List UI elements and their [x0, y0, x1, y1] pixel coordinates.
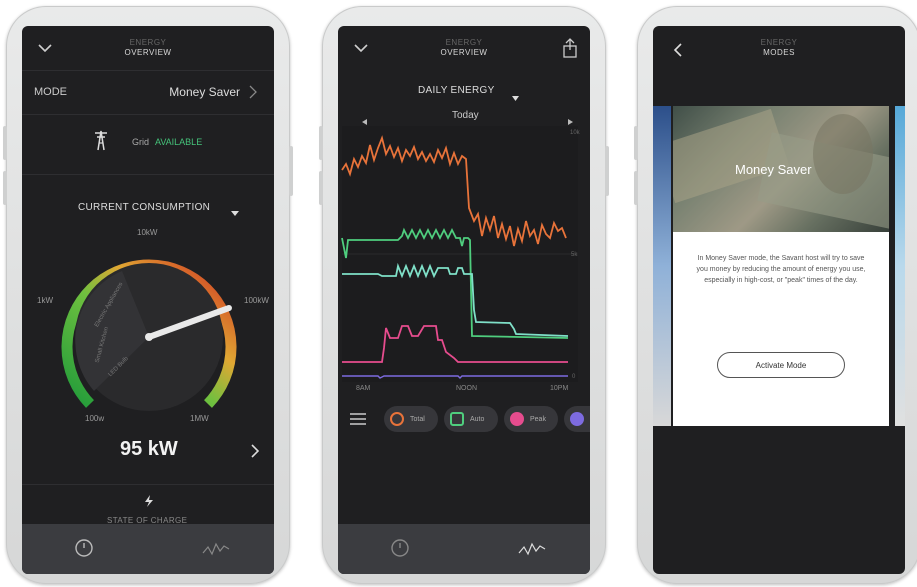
gauge-tab-icon[interactable]: [390, 538, 410, 563]
prev-mode-card[interactable]: [653, 106, 671, 426]
y-axis-label: 0: [572, 374, 576, 380]
y-axis-label: 5k: [571, 252, 578, 258]
gauge-label-bottom-right: 1MW: [190, 414, 209, 423]
card-title: Money Saver: [735, 162, 812, 177]
energy-overview-screen: ENERGY OVERVIEW MODE Money Saver Grid AV…: [22, 26, 274, 574]
graph-tab-icon[interactable]: [202, 538, 232, 563]
phone-2: ENERGY OVERVIEW DAILY ENERGY Today 10k 5…: [319, 6, 609, 584]
consumption-dropdown[interactable]: CURRENT CONSUMPTION: [78, 202, 210, 213]
consumption-value: 95 kW: [120, 438, 178, 460]
gauge-label-right: 100kW: [244, 296, 269, 305]
y-axis-label: 10k: [570, 130, 580, 136]
chip-auto[interactable]: Auto: [444, 406, 498, 432]
day-label: Today: [452, 110, 479, 121]
mode-description: In Money Saver mode, the Savant host wil…: [696, 255, 866, 284]
page-title: ENERGY OVERVIEW: [440, 38, 488, 57]
activate-mode-button[interactable]: Activate Mode: [717, 352, 845, 378]
daily-energy-chart: [341, 126, 578, 382]
daily-energy-screen: ENERGY OVERVIEW DAILY ENERGY Today 10k 5…: [338, 26, 590, 574]
chip-peak[interactable]: Peak: [504, 406, 558, 432]
chip-more[interactable]: [564, 406, 590, 432]
caret-down-icon[interactable]: [231, 204, 239, 222]
chevron-right-icon[interactable]: [250, 443, 260, 464]
x-axis-label: NOON: [456, 385, 477, 392]
total-icon: [390, 412, 404, 426]
peak-icon: [510, 412, 524, 426]
energy-modes-screen: ENERGY MODES Money Saver In Money Saver …: [653, 26, 905, 574]
chevron-right-icon[interactable]: [248, 84, 258, 105]
gauge-label-left: 1kW: [37, 296, 53, 305]
money-image: Money Saver: [673, 106, 889, 232]
car-icon: [450, 412, 464, 426]
grid-tower-icon: [92, 129, 110, 156]
consumption-gauge: [61, 259, 237, 411]
page-title: ENERGY MODES: [760, 38, 798, 57]
gauge-tab-icon[interactable]: [74, 538, 94, 563]
x-axis-label: 8AM: [356, 385, 371, 392]
tab-bar: [22, 524, 274, 574]
next-mode-card[interactable]: [895, 106, 905, 426]
graph-tab-icon[interactable]: [518, 538, 548, 563]
page-title: ENERGY OVERVIEW: [124, 38, 172, 57]
mode-card: Money Saver In Money Saver mode, the Sav…: [673, 106, 889, 426]
series-icon: [570, 412, 584, 426]
grid-status: AVAILABLE: [155, 137, 203, 147]
phone-1: ENERGY OVERVIEW MODE Money Saver Grid AV…: [3, 6, 293, 584]
chip-total[interactable]: Total: [384, 406, 438, 432]
phone-3: ENERGY MODES Money Saver In Money Saver …: [634, 6, 917, 584]
gauge-label-bottom-left: 100w: [85, 414, 105, 423]
daily-energy-dropdown[interactable]: DAILY ENERGY: [418, 85, 495, 96]
bolt-icon: [145, 494, 153, 512]
grid-label: Grid: [132, 137, 150, 147]
share-icon[interactable]: [562, 38, 578, 63]
caret-down-icon[interactable]: [512, 88, 519, 106]
gauge-label-top: 10kW: [137, 228, 158, 237]
x-axis-label: 10PM: [550, 385, 569, 392]
menu-icon[interactable]: [350, 412, 366, 430]
mode-value[interactable]: Money Saver: [169, 85, 240, 99]
mode-label: MODE: [34, 86, 67, 98]
tab-bar: [338, 524, 590, 574]
